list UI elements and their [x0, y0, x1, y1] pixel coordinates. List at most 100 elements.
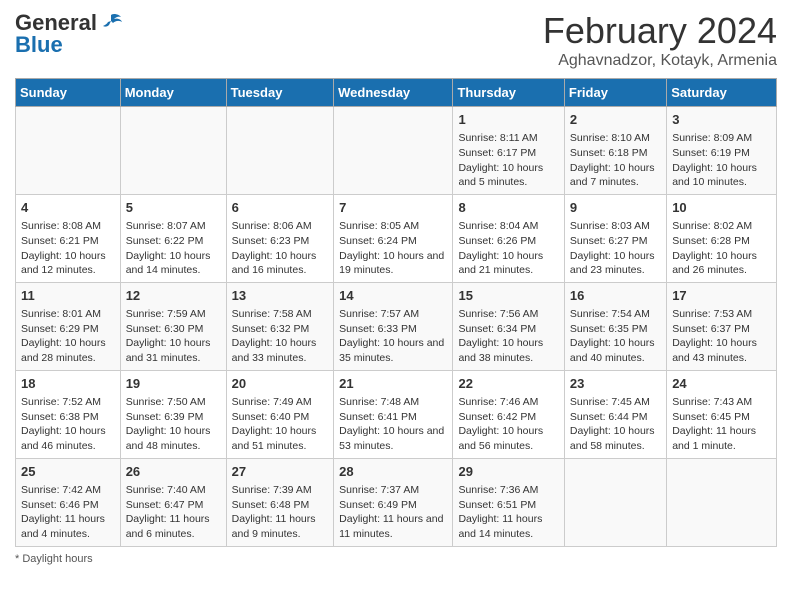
day-number: 1: [458, 111, 558, 129]
day-number: 27: [232, 463, 329, 481]
calendar-cell: 11Sunrise: 8:01 AM Sunset: 6:29 PM Dayli…: [16, 282, 121, 370]
calendar-cell: 7Sunrise: 8:05 AM Sunset: 6:24 PM Daylig…: [334, 194, 453, 282]
calendar-cell: [16, 107, 121, 195]
day-number: 4: [21, 199, 115, 217]
day-number: 12: [126, 287, 221, 305]
calendar-cell: 19 Sunrise: 7:50 AM Sunset: 6:39 PM Dayli…: [120, 370, 226, 458]
calendar-body: 1 Sunrise: 8:11 AM Sunset: 6:17 PM Daylig…: [16, 107, 777, 547]
day-header-row: SundayMondayTuesdayWednesdayThursdayFrid…: [16, 79, 777, 107]
day-header-saturday: Saturday: [667, 79, 777, 107]
day-info: Sunrise: 8:07 AM Sunset: 6:22 PM Dayligh…: [126, 219, 221, 278]
calendar-cell: [564, 458, 666, 546]
calendar-cell: [226, 107, 334, 195]
calendar-cell: 22 Sunrise: 7:46 AM Sunset: 6:42 PM Dayli…: [453, 370, 564, 458]
day-header-thursday: Thursday: [453, 79, 564, 107]
calendar-header: SundayMondayTuesdayWednesdayThursdayFrid…: [16, 79, 777, 107]
day-info: Sunrise: 8:08 AM Sunset: 6:21 PM Dayligh…: [21, 219, 115, 278]
calendar-cell: [667, 458, 777, 546]
calendar-cell: [334, 107, 453, 195]
calendar-week-row: 25 Sunrise: 7:42 AM Sunset: 6:46 PM Dayli…: [16, 458, 777, 546]
calendar-cell: 2 Sunrise: 8:10 AM Sunset: 6:18 PM Daylig…: [564, 107, 666, 195]
day-info: Sunrise: 8:06 AM Sunset: 6:23 PM Dayligh…: [232, 219, 329, 278]
calendar-cell: 13 Sunrise: 7:58 AM Sunset: 6:32 PM Dayli…: [226, 282, 334, 370]
day-header-tuesday: Tuesday: [226, 79, 334, 107]
calendar-cell: 20 Sunrise: 7:49 AM Sunset: 6:40 PM Dayli…: [226, 370, 334, 458]
day-info: Sunrise: 7:46 AM Sunset: 6:42 PM Dayligh…: [458, 395, 558, 454]
calendar-cell: 15 Sunrise: 7:56 AM Sunset: 6:34 PM Dayli…: [453, 282, 564, 370]
day-info: Sunrise: 8:10 AM Sunset: 6:18 PM Dayligh…: [570, 131, 661, 190]
day-number: 24: [672, 375, 771, 393]
calendar-cell: 27 Sunrise: 7:39 AM Sunset: 6:48 PM Dayli…: [226, 458, 334, 546]
day-info: Sunrise: 7:40 AM Sunset: 6:47 PM Dayligh…: [126, 483, 221, 542]
calendar-cell: 4 Sunrise: 8:08 AM Sunset: 6:21 PM Daylig…: [16, 194, 121, 282]
day-number: 16: [570, 287, 661, 305]
day-number: 2: [570, 111, 661, 129]
calendar-cell: 12Sunrise: 7:59 AM Sunset: 6:30 PM Dayli…: [120, 282, 226, 370]
day-number: 23: [570, 375, 661, 393]
day-info: Sunrise: 7:57 AM Sunset: 6:33 PM Dayligh…: [339, 307, 447, 366]
day-info: Sunrise: 8:11 AM Sunset: 6:17 PM Dayligh…: [458, 131, 558, 190]
day-info: Sunrise: 7:43 AM Sunset: 6:45 PM Dayligh…: [672, 395, 771, 454]
day-number: 15: [458, 287, 558, 305]
logo-blue: Blue: [15, 32, 63, 58]
calendar-week-row: 11Sunrise: 8:01 AM Sunset: 6:29 PM Dayli…: [16, 282, 777, 370]
calendar-cell: 14 Sunrise: 7:57 AM Sunset: 6:33 PM Dayli…: [334, 282, 453, 370]
calendar-table: SundayMondayTuesdayWednesdayThursdayFrid…: [15, 78, 777, 547]
calendar-cell: 26Sunrise: 7:40 AM Sunset: 6:47 PM Dayli…: [120, 458, 226, 546]
calendar-cell: 1 Sunrise: 8:11 AM Sunset: 6:17 PM Daylig…: [453, 107, 564, 195]
calendar-cell: [120, 107, 226, 195]
day-number: 28: [339, 463, 447, 481]
day-info: Sunrise: 8:03 AM Sunset: 6:27 PM Dayligh…: [570, 219, 661, 278]
day-info: Sunrise: 7:50 AM Sunset: 6:39 PM Dayligh…: [126, 395, 221, 454]
day-info: Sunrise: 8:05 AM Sunset: 6:24 PM Dayligh…: [339, 219, 447, 278]
day-info: Sunrise: 7:45 AM Sunset: 6:44 PM Dayligh…: [570, 395, 661, 454]
calendar-cell: 25 Sunrise: 7:42 AM Sunset: 6:46 PM Dayli…: [16, 458, 121, 546]
day-number: 8: [458, 199, 558, 217]
footer-text: Daylight hours: [22, 553, 92, 565]
page-header: General Blue February 2024 Aghavnadzor, …: [15, 10, 777, 70]
calendar-cell: 5Sunrise: 8:07 AM Sunset: 6:22 PM Daylig…: [120, 194, 226, 282]
day-header-wednesday: Wednesday: [334, 79, 453, 107]
day-number: 22: [458, 375, 558, 393]
day-info: Sunrise: 8:02 AM Sunset: 6:28 PM Dayligh…: [672, 219, 771, 278]
day-info: Sunrise: 7:39 AM Sunset: 6:48 PM Dayligh…: [232, 483, 329, 542]
calendar-week-row: 18Sunrise: 7:52 AM Sunset: 6:38 PM Dayli…: [16, 370, 777, 458]
day-number: 29: [458, 463, 558, 481]
day-info: Sunrise: 7:56 AM Sunset: 6:34 PM Dayligh…: [458, 307, 558, 366]
day-info: Sunrise: 7:49 AM Sunset: 6:40 PM Dayligh…: [232, 395, 329, 454]
calendar-week-row: 4 Sunrise: 8:08 AM Sunset: 6:21 PM Daylig…: [16, 194, 777, 282]
day-info: Sunrise: 7:58 AM Sunset: 6:32 PM Dayligh…: [232, 307, 329, 366]
day-info: Sunrise: 7:36 AM Sunset: 6:51 PM Dayligh…: [458, 483, 558, 542]
day-info: Sunrise: 7:53 AM Sunset: 6:37 PM Dayligh…: [672, 307, 771, 366]
day-info: Sunrise: 7:48 AM Sunset: 6:41 PM Dayligh…: [339, 395, 447, 454]
title-block: February 2024 Aghavnadzor, Kotayk, Armen…: [543, 10, 777, 70]
day-header-monday: Monday: [120, 79, 226, 107]
day-number: 14: [339, 287, 447, 305]
calendar-cell: 24 Sunrise: 7:43 AM Sunset: 6:45 PM Dayli…: [667, 370, 777, 458]
day-number: 20: [232, 375, 329, 393]
calendar-week-row: 1 Sunrise: 8:11 AM Sunset: 6:17 PM Daylig…: [16, 107, 777, 195]
day-number: 9: [570, 199, 661, 217]
calendar-cell: 17 Sunrise: 7:53 AM Sunset: 6:37 PM Dayli…: [667, 282, 777, 370]
day-info: Sunrise: 7:37 AM Sunset: 6:49 PM Dayligh…: [339, 483, 447, 542]
day-number: 13: [232, 287, 329, 305]
day-number: 10: [672, 199, 771, 217]
day-number: 19: [126, 375, 221, 393]
calendar-cell: 21Sunrise: 7:48 AM Sunset: 6:41 PM Dayli…: [334, 370, 453, 458]
day-number: 17: [672, 287, 771, 305]
day-header-sunday: Sunday: [16, 79, 121, 107]
calendar-cell: 16Sunrise: 7:54 AM Sunset: 6:35 PM Dayli…: [564, 282, 666, 370]
day-number: 11: [21, 287, 115, 305]
calendar-cell: 3 Sunrise: 8:09 AM Sunset: 6:19 PM Daylig…: [667, 107, 777, 195]
calendar-cell: 10 Sunrise: 8:02 AM Sunset: 6:28 PM Dayli…: [667, 194, 777, 282]
day-number: 3: [672, 111, 771, 129]
day-info: Sunrise: 7:42 AM Sunset: 6:46 PM Dayligh…: [21, 483, 115, 542]
calendar-cell: 6 Sunrise: 8:06 AM Sunset: 6:23 PM Daylig…: [226, 194, 334, 282]
day-number: 6: [232, 199, 329, 217]
day-info: Sunrise: 8:09 AM Sunset: 6:19 PM Dayligh…: [672, 131, 771, 190]
calendar-cell: 28 Sunrise: 7:37 AM Sunset: 6:49 PM Dayli…: [334, 458, 453, 546]
day-info: Sunrise: 7:52 AM Sunset: 6:38 PM Dayligh…: [21, 395, 115, 454]
day-number: 25: [21, 463, 115, 481]
calendar-cell: 18Sunrise: 7:52 AM Sunset: 6:38 PM Dayli…: [16, 370, 121, 458]
footer-note: * Daylight hours: [15, 553, 777, 565]
